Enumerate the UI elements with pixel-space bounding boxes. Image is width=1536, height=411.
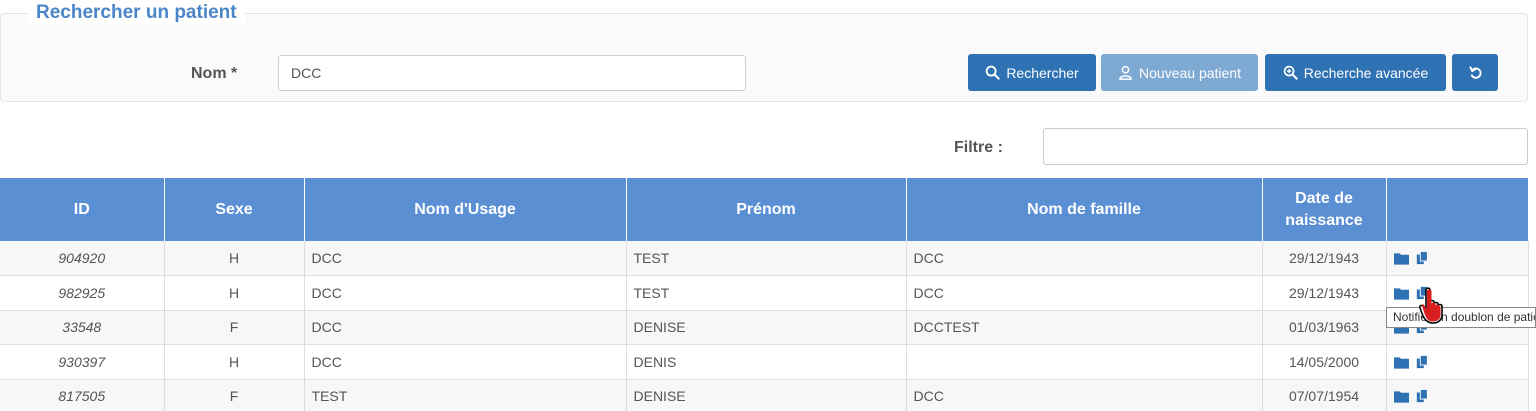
cell-id: 904920 [0, 241, 165, 276]
table-row[interactable]: 982925 H DCC TEST DCC 29/12/1943 [0, 275, 1529, 311]
column-header-sexe[interactable]: Sexe [164, 178, 305, 241]
cell-nom-famille: DCC [906, 275, 1263, 311]
tooltip-doublon: Notifier un doublon de patient [1386, 307, 1536, 328]
column-header-actions [1386, 178, 1528, 241]
cell-id: 930397 [0, 344, 165, 380]
copy-icon[interactable] [1415, 389, 1430, 403]
cell-sexe: F [164, 379, 305, 411]
cell-prenom: DENISE [626, 310, 907, 345]
nouveau-patient-button[interactable]: Nouveau patient [1101, 54, 1258, 91]
nom-input[interactable] [278, 55, 746, 91]
folder-icon[interactable] [1393, 355, 1409, 369]
folder-icon[interactable] [1393, 251, 1409, 265]
cell-nom-usage: DCC [304, 310, 627, 345]
cell-prenom: DENIS [626, 344, 907, 380]
cell-date-naissance: 01/03/1963 [1262, 310, 1387, 345]
table-row[interactable]: 904920 H DCC TEST DCC 29/12/1943 [0, 241, 1529, 276]
search-panel: Nom * Rechercher Nouveau patient Recherc… [0, 13, 1528, 102]
table-row[interactable]: 33548 F DCC DENISE DCCTEST 01/03/1963 [0, 310, 1529, 345]
cell-id: 982925 [0, 275, 165, 311]
cell-actions [1386, 344, 1529, 380]
cell-actions [1386, 241, 1529, 276]
cell-nom-usage: TEST [304, 379, 627, 411]
column-header-prenom[interactable]: Prénom [626, 178, 907, 241]
column-header-id[interactable]: ID [0, 178, 165, 241]
cell-nom-famille: DCC [906, 379, 1263, 411]
cell-nom-famille [906, 344, 1263, 380]
cell-date-naissance: 07/07/1954 [1262, 379, 1387, 411]
user-icon [1119, 65, 1132, 80]
rechercher-button[interactable]: Rechercher [968, 54, 1096, 91]
patient-search-page: Nom * Rechercher Nouveau patient Recherc… [0, 0, 1536, 411]
folder-icon[interactable] [1393, 286, 1409, 300]
reset-button[interactable] [1452, 54, 1498, 91]
column-header-date-naissance[interactable]: Date de naissance [1262, 178, 1387, 241]
copy-icon[interactable] [1415, 251, 1430, 265]
cell-nom-usage: DCC [304, 275, 627, 311]
undo-icon [1468, 66, 1481, 79]
column-header-nom-famille[interactable]: Nom de famille [906, 178, 1263, 241]
cell-sexe: H [164, 344, 305, 380]
cell-nom-famille: DCC [906, 241, 1263, 276]
cell-prenom: TEST [626, 275, 907, 311]
cell-prenom: TEST [626, 241, 907, 276]
cell-sexe: F [164, 310, 305, 345]
copy-icon[interactable] [1415, 354, 1430, 369]
column-header-nom-usage[interactable]: Nom d'Usage [304, 178, 627, 241]
cell-nom-famille: DCCTEST [906, 310, 1263, 345]
folder-icon[interactable] [1393, 389, 1409, 403]
filter-label: Filtre : [954, 139, 1003, 156]
search-icon [985, 65, 1000, 80]
cell-actions [1386, 379, 1529, 411]
recherche-avancee-button[interactable]: Recherche avancée [1265, 54, 1446, 91]
table-row[interactable]: 817505 F TEST DENISE DCC 07/07/1954 [0, 379, 1529, 411]
table-row[interactable]: 930397 H DCC DENIS 14/05/2000 [0, 344, 1529, 380]
recherche-avancee-label: Recherche avancée [1303, 64, 1429, 81]
cell-id: 817505 [0, 379, 165, 411]
cell-id: 33548 [0, 310, 165, 345]
cell-actions [1386, 275, 1529, 311]
cell-nom-usage: DCC [304, 344, 627, 380]
cell-date-naissance: 29/12/1943 [1262, 241, 1387, 276]
cell-sexe: H [164, 241, 305, 276]
nouveau-patient-label: Nouveau patient [1139, 64, 1241, 81]
cell-date-naissance: 29/12/1943 [1262, 275, 1387, 311]
nom-label: Nom * [191, 65, 238, 82]
search-legend: Rechercher un patient [28, 2, 245, 24]
cell-sexe: H [164, 275, 305, 311]
patient-table: ID Sexe Nom d'Usage Prénom Nom de famill… [0, 178, 1529, 411]
cell-date-naissance: 14/05/2000 [1262, 344, 1387, 380]
cell-prenom: DENISE [626, 379, 907, 411]
zoom-in-icon [1283, 65, 1298, 80]
rechercher-label: Rechercher [1006, 64, 1079, 81]
cell-nom-usage: DCC [304, 241, 627, 276]
hand-cursor-icon [1419, 287, 1443, 324]
table-header: ID Sexe Nom d'Usage Prénom Nom de famill… [0, 178, 1528, 241]
filter-input[interactable] [1043, 128, 1528, 165]
